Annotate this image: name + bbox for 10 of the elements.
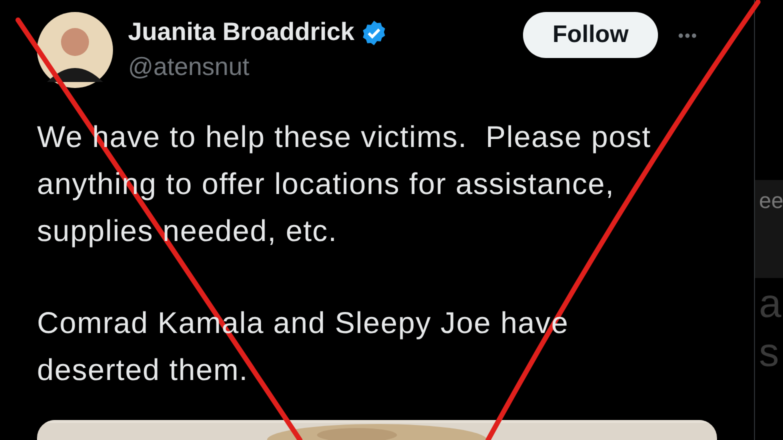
avatar[interactable]: [37, 12, 113, 88]
post-text-line: deserted them.: [37, 353, 248, 389]
author-handle[interactable]: @atensnut: [128, 53, 523, 82]
side-text: a: [758, 282, 782, 327]
post-text-line: supplies needed, etc.: [37, 214, 338, 250]
side-text: ee: [758, 188, 783, 215]
more-options-icon[interactable]: •••: [678, 28, 698, 46]
author-name[interactable]: Juanita Broaddrick: [128, 18, 354, 47]
side-text: s: [758, 331, 780, 376]
follow-button[interactable]: Follow: [523, 12, 658, 58]
